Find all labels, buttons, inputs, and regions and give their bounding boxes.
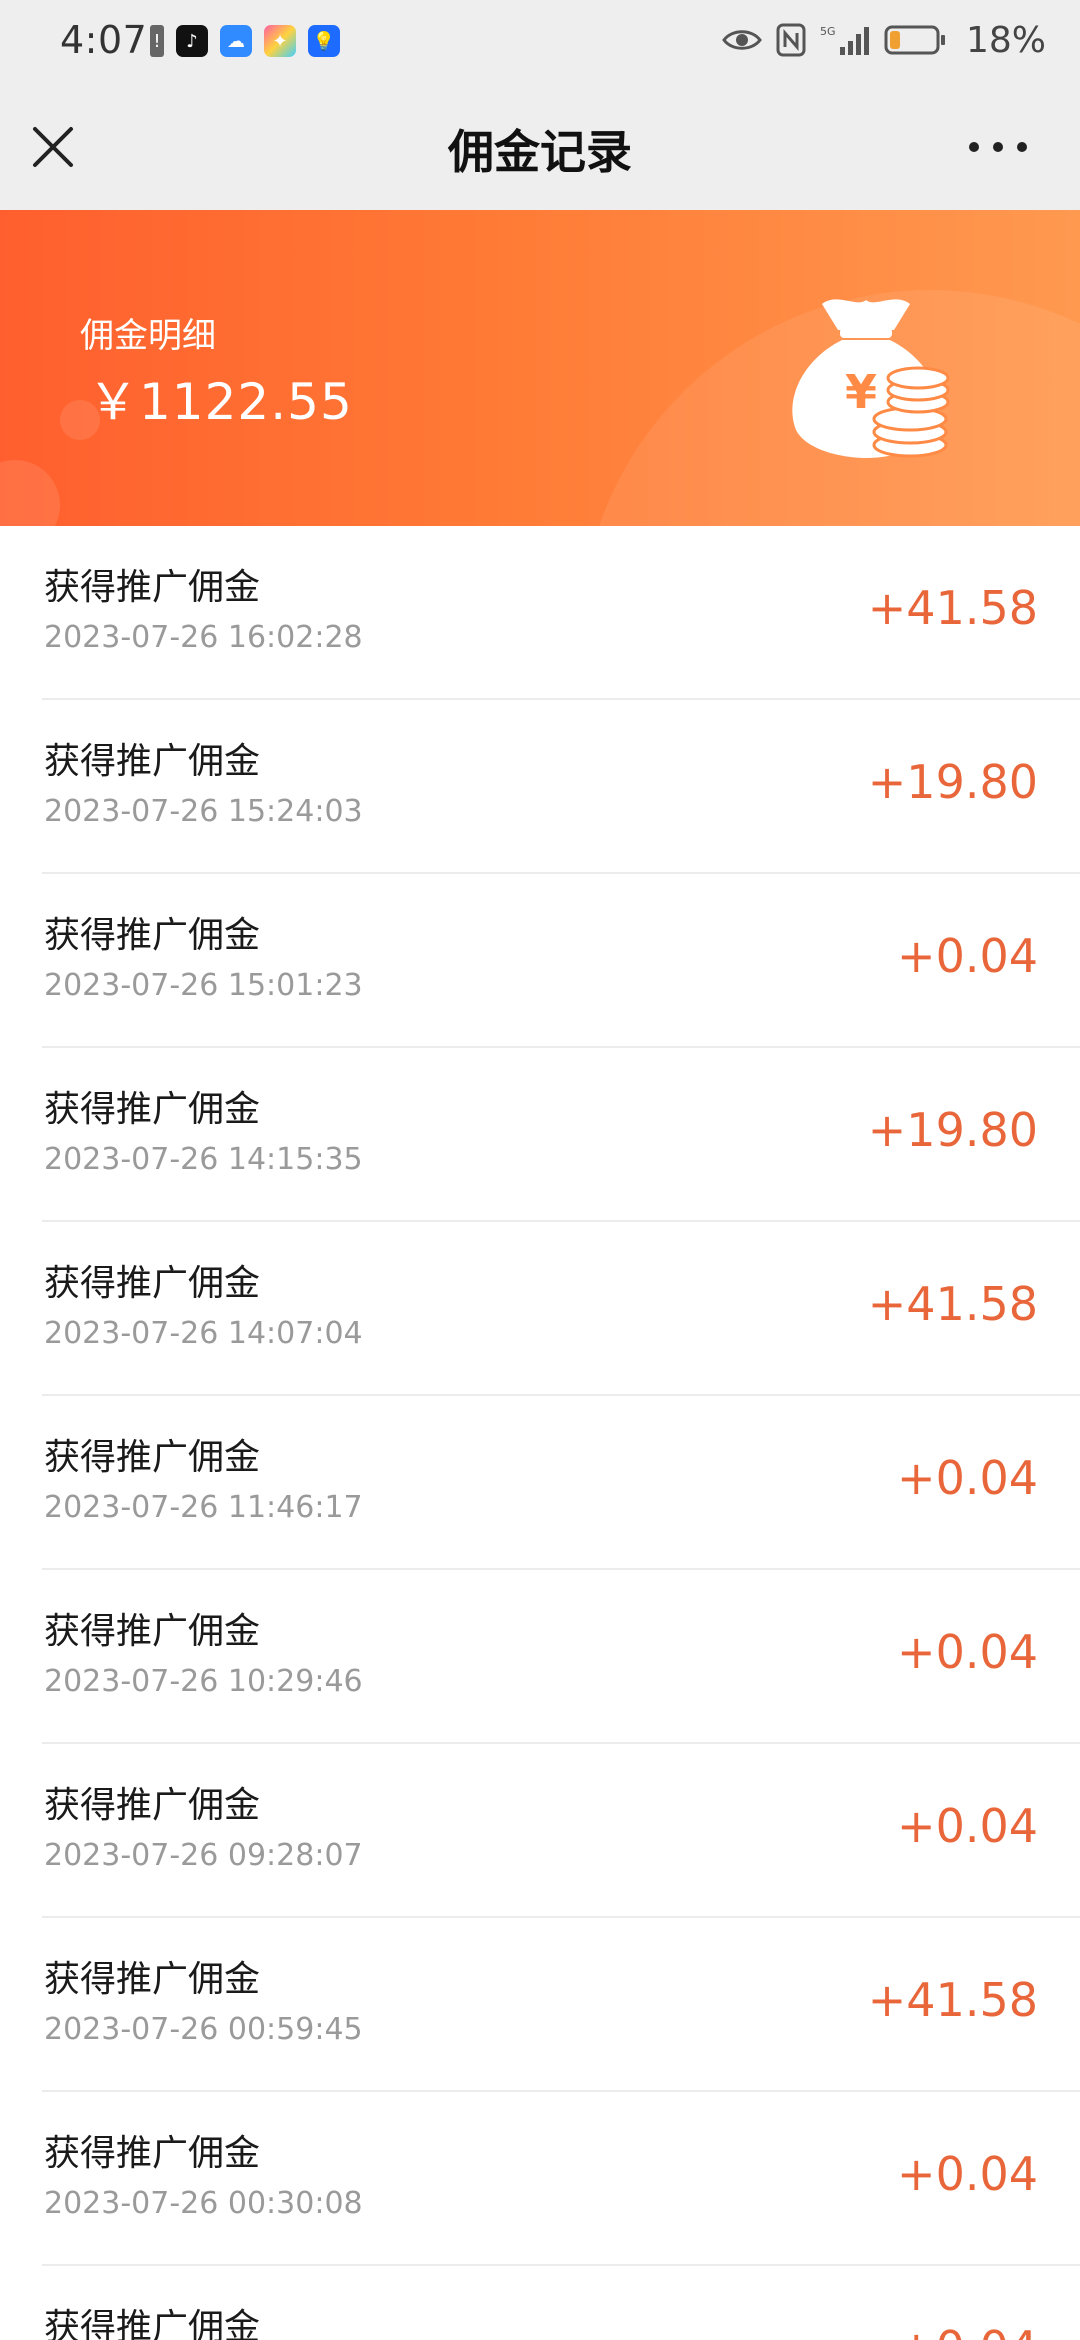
nfc-icon: [776, 23, 806, 57]
record-row[interactable]: 获得推广佣金 2023-07-26 14:15:35 +19.80: [42, 1048, 1080, 1222]
record-row[interactable]: 获得推广佣金 2023-07-26 15:24:03 +19.80: [42, 700, 1080, 874]
record-amount: +41.58: [867, 581, 1038, 635]
record-row[interactable]: 获得推广佣金 2023-07-26 11:46:17 +0.04: [42, 1396, 1080, 1570]
record-time: 2023-07-26 14:07:04: [44, 1316, 363, 1351]
record-amount: +41.58: [867, 1277, 1038, 1331]
alert-notification-icon: !: [150, 25, 164, 57]
record-time: 2023-07-26 16:02:28: [44, 620, 363, 655]
record-amount: +0.04: [897, 1451, 1038, 1505]
status-notification-icons: ! ♪ ☁ ✦ 💡: [150, 24, 340, 58]
eye-icon: [722, 30, 762, 50]
record-time: 2023-07-26 15:01:23: [44, 968, 363, 1003]
tiktok-app-icon: ♪: [176, 25, 208, 57]
record-amount: +19.80: [867, 755, 1038, 809]
banner-label: 佣金明细: [80, 316, 216, 356]
commission-total-amount: ￥1122.55: [88, 373, 353, 431]
nav-bar: 佣金记录: [0, 84, 1080, 210]
lightbulb-app-icon: 💡: [308, 25, 340, 57]
record-row[interactable]: 获得推广佣金 2023-07-26 16:02:28 +41.58: [42, 526, 1080, 700]
more-options-icon[interactable]: [966, 132, 1030, 162]
record-amount: +41.58: [867, 1973, 1038, 2027]
record-title: 获得推广佣金: [44, 1611, 261, 1652]
record-row[interactable]: 获得推广佣金 2023-07-26 15:01:23 +0.04: [42, 874, 1080, 1048]
commission-record-list: 获得推广佣金 2023-07-26 16:02:28 +41.58 获得推广佣金…: [0, 526, 1080, 2340]
banner-decoration-dot: [0, 460, 60, 526]
colorful-app-icon: ✦: [264, 25, 296, 57]
record-title: 获得推广佣金: [44, 1263, 261, 1304]
record-amount: +0.04: [897, 929, 1038, 983]
record-title: 获得推广佣金: [44, 2307, 261, 2340]
record-time: 2023-07-26 10:29:46: [44, 1664, 363, 1699]
commission-summary-banner: 佣金明细 ￥1122.55 ¥: [0, 210, 1080, 526]
record-row[interactable]: 获得推广佣金 2023-07-26 14:07:04 +41.58: [42, 1222, 1080, 1396]
record-title: 获得推广佣金: [44, 1959, 261, 2000]
record-title: 获得推广佣金: [44, 741, 261, 782]
record-row[interactable]: 获得推广佣金 2023-07-26 09:28:07 +0.04: [42, 1744, 1080, 1918]
record-row[interactable]: 获得推广佣金 2023-07-26 10:29:46 +0.04: [42, 1570, 1080, 1744]
money-bag-coins-icon: ¥: [792, 299, 950, 458]
record-time: 2023-07-26 15:24:03: [44, 794, 363, 829]
signal-5g-icon: 5G: [820, 25, 869, 55]
svg-text:5G: 5G: [820, 25, 836, 38]
record-row[interactable]: 获得推广佣金 2023-07-26 00:30:08 +0.04: [42, 2092, 1080, 2266]
record-title: 获得推广佣金: [44, 1089, 261, 1130]
record-row[interactable]: 获得推广佣金 2023-07-26 00:59:45 +41.58: [42, 1918, 1080, 2092]
record-title: 获得推广佣金: [44, 1785, 261, 1826]
record-amount: +0.04: [897, 1799, 1038, 1853]
battery-percentage: 18%: [965, 19, 1046, 61]
page-title: 佣金记录: [448, 125, 632, 179]
record-row[interactable]: 获得推广佣金 +0.04: [42, 2266, 1080, 2340]
record-title: 获得推广佣金: [44, 915, 261, 956]
record-time: 2023-07-26 00:59:45: [44, 2012, 363, 2047]
record-time: 2023-07-26 11:46:17: [44, 1490, 363, 1525]
record-title: 获得推广佣金: [44, 567, 261, 608]
battery-icon: [884, 25, 945, 55]
record-time: 2023-07-26 00:30:08: [44, 2186, 363, 2221]
record-amount: +0.04: [897, 1625, 1038, 1679]
record-title: 获得推广佣金: [44, 1437, 261, 1478]
record-time: 2023-07-26 14:15:35: [44, 1142, 363, 1177]
record-amount: +0.04: [897, 2321, 1038, 2340]
status-time: 4:07: [60, 18, 148, 62]
cloud-app-icon: ☁: [220, 25, 252, 57]
record-amount: +0.04: [897, 2147, 1038, 2201]
record-title: 获得推广佣金: [44, 2133, 261, 2174]
svg-text:¥: ¥: [845, 365, 877, 419]
record-time: 2023-07-26 09:28:07: [44, 1838, 363, 1873]
status-system-icons: 5G 18%: [722, 18, 1046, 62]
status-bar: 4:07 ! ♪ ☁ ✦ 💡 5G 18%: [0, 0, 1080, 84]
record-amount: +19.80: [867, 1103, 1038, 1157]
screen: 4:07 ! ♪ ☁ ✦ 💡 5G 18% 佣金记录 佣金明细 ￥1122.55…: [0, 0, 1080, 2340]
